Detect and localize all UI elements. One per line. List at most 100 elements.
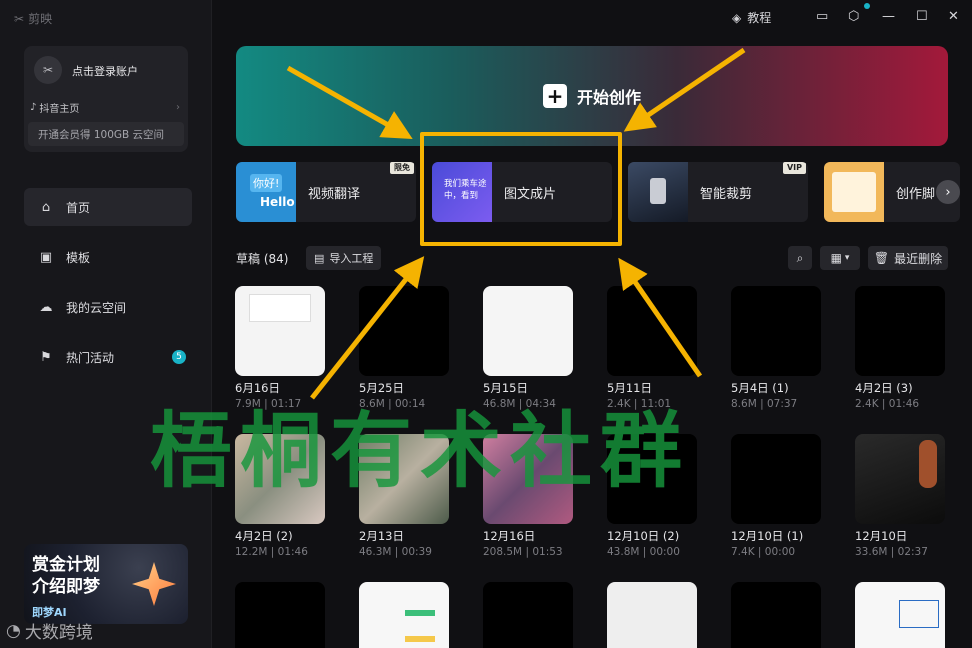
draft-card[interactable]: 5月25日 8.6M | 00:14: [359, 286, 449, 410]
chevron-right-icon: ›: [176, 102, 180, 113]
draft-thumbnail: [855, 286, 945, 376]
import-icon: ▤: [314, 251, 325, 265]
events-badge: 5: [172, 350, 186, 364]
sidebar: ✂ 剪映 ✂ 点击登录账户 ♪ 抖音主页 › 开通会员得 100GB 云空间 ⌂…: [0, 0, 212, 648]
draft-thumbnail: [483, 434, 573, 524]
draft-card[interactable]: [359, 582, 449, 648]
sidebar-item-cloud[interactable]: ☁ 我的云空间: [24, 288, 192, 326]
start-creation-button[interactable]: + 开始创作: [236, 46, 948, 146]
douyin-label: 抖音主页: [39, 104, 80, 115]
grid-icon: ▦: [830, 251, 842, 265]
minimize-icon[interactable]: —: [882, 9, 895, 24]
settings-icon[interactable]: ⬡: [848, 9, 859, 24]
draft-meta: 46.8M | 04:34: [483, 398, 556, 410]
sidebar-item-home[interactable]: ⌂ 首页: [24, 188, 192, 226]
draft-thumbnail: [235, 582, 325, 648]
view-toggle-button[interactable]: ▦ ▾: [820, 246, 860, 270]
script-thumbnail: [824, 162, 884, 222]
sidebar-item-events[interactable]: ⚑ 热门活动 5: [24, 338, 192, 376]
draft-name: 5月15日: [483, 381, 528, 395]
mindmap-node-shape: [405, 610, 435, 616]
draft-name: 4月2日 (2): [235, 529, 293, 543]
feature-label: 智能裁剪: [700, 187, 753, 202]
free-tag: 限免: [390, 162, 414, 174]
draft-thumbnail: [731, 582, 821, 648]
chevron-right-icon[interactable]: ›: [936, 180, 960, 204]
home-icon: ⌂: [41, 199, 51, 215]
douyin-icon: ♪: [30, 102, 37, 113]
skater-figure-icon: [650, 178, 666, 204]
notification-dot: [864, 3, 870, 9]
recent-delete-button[interactable]: 🗑 最近删除: [868, 246, 948, 270]
draft-card[interactable]: 4月2日 (2) 12.2M | 01:46: [235, 434, 325, 558]
draft-thumbnail: [607, 434, 697, 524]
draft-card[interactable]: 12月10日 33.6M | 02:37: [855, 434, 945, 558]
draft-meta: 33.6M | 02:37: [855, 546, 928, 558]
draft-card[interactable]: [235, 582, 325, 648]
draft-name: 2月13日: [359, 529, 404, 543]
account-card[interactable]: ✂ 点击登录账户 ♪ 抖音主页 › 开通会员得 100GB 云空间: [24, 46, 188, 152]
draft-card[interactable]: 12月10日 (1) 7.4K | 00:00: [731, 434, 821, 558]
draft-thumbnail: [359, 434, 449, 524]
draft-card[interactable]: 12月16日 208.5M | 01:53: [483, 434, 573, 558]
draft-meta: 7.9M | 01:17: [235, 398, 302, 410]
draft-card[interactable]: 2月13日 46.3M | 00:39: [359, 434, 449, 558]
tutorial-button[interactable]: ◈ 教程: [732, 9, 771, 26]
draft-card[interactable]: [607, 582, 697, 648]
bottom-watermark-text: 大数跨境: [24, 623, 93, 643]
draft-card[interactable]: 5月4日 (1) 8.6M | 07:37: [731, 286, 821, 410]
start-creation-label: 开始创作: [576, 88, 641, 107]
trash-icon: 🗑: [873, 251, 890, 265]
draft-meta: 43.8M | 00:00: [607, 546, 680, 558]
feature-label: 创作脚: [896, 187, 936, 202]
draft-card[interactable]: [855, 582, 945, 648]
draft-thumbnail: [235, 434, 325, 524]
smart-crop-thumbnail: [628, 162, 688, 222]
maximize-icon[interactable]: ☐: [916, 9, 928, 24]
titlebar: ◈ 教程 ▭ ⬡ — ☐ ✕: [212, 0, 972, 36]
flag-icon: ⚑: [40, 349, 52, 365]
mindmap-box-shape: [899, 600, 939, 628]
draft-card[interactable]: [483, 582, 573, 648]
draft-thumbnail: [483, 582, 573, 648]
douyin-homepage-link[interactable]: ♪ 抖音主页 ›: [30, 100, 180, 115]
draft-card[interactable]: 4月2日 (3) 2.4K | 01:46: [855, 286, 945, 410]
draft-thumbnail: [359, 582, 449, 648]
plus-icon: +: [542, 84, 567, 108]
document-icon: [832, 172, 876, 212]
draft-thumbnail: [855, 434, 945, 524]
recent-delete-label: 最近删除: [894, 251, 943, 266]
avatar-icon[interactable]: ✂: [34, 56, 62, 84]
bottom-watermark: ◔ 大数跨境: [6, 618, 93, 644]
draft-card[interactable]: 5月15日 46.8M | 04:34: [483, 286, 573, 410]
draft-card[interactable]: 6月16日 7.9M | 01:17: [235, 286, 325, 410]
feature-video-translate[interactable]: 你好! Hello 视频翻译 限免: [236, 162, 416, 222]
draft-card[interactable]: [731, 582, 821, 648]
feature-smart-crop[interactable]: 智能裁剪 VIP: [628, 162, 808, 222]
draft-name: 6月16日: [235, 381, 280, 395]
draft-thumbnail: [607, 286, 697, 376]
member-upgrade-button[interactable]: 开通会员得 100GB 云空间: [28, 122, 184, 146]
draft-thumbnail: [731, 434, 821, 524]
thumb-text-hello-cn: 你好!: [250, 174, 283, 192]
draft-meta: 2.4K | 11:01: [607, 398, 672, 410]
draft-card[interactable]: 5月11日 2.4K | 11:01: [607, 286, 697, 410]
sidebar-item-templates[interactable]: ▣ 模板: [24, 238, 192, 276]
sidebar-item-label: 首页: [66, 200, 91, 215]
draft-meta: 46.3M | 00:39: [359, 546, 432, 558]
feedback-icon[interactable]: ▭: [816, 9, 828, 24]
figure-shape: [919, 440, 937, 488]
import-project-button[interactable]: ▤ 导入工程: [306, 246, 382, 270]
draft-thumbnail: [607, 582, 697, 648]
star-icon: [132, 562, 176, 606]
draft-meta: 8.6M | 00:14: [359, 398, 426, 410]
draft-thumbnail: [359, 286, 449, 376]
draft-thumbnail: [855, 582, 945, 648]
draft-card[interactable]: 12月10日 (2) 43.8M | 00:00: [607, 434, 697, 558]
promo-banner[interactable]: 赏金计划 介绍即梦 即梦AI: [24, 544, 188, 624]
search-icon[interactable]: ⌕: [788, 246, 812, 270]
login-link[interactable]: 点击登录账户: [72, 63, 138, 79]
close-icon[interactable]: ✕: [948, 9, 959, 24]
draft-thumbnail: [483, 286, 573, 376]
tutorial-label: 教程: [747, 11, 772, 25]
